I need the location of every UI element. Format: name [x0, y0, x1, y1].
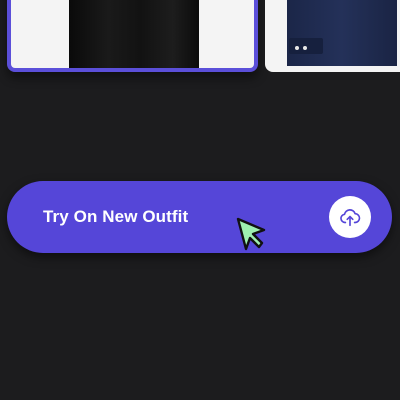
jacket-button	[295, 46, 299, 50]
black-garment-image	[69, 0, 199, 68]
try-on-new-outfit-button[interactable]: Try On New Outfit	[7, 181, 392, 253]
navy-jacket-image	[287, 0, 397, 66]
garment-card-selected[interactable]	[7, 0, 258, 72]
upload-button[interactable]	[329, 196, 371, 238]
app-screen: Try On New Outfit	[0, 0, 400, 400]
garment-card-navy-jacket[interactable]	[265, 0, 400, 72]
pointer-arrow-icon	[236, 217, 266, 251]
try-on-button-label: Try On New Outfit	[43, 207, 189, 226]
cloud-upload-icon	[340, 209, 361, 227]
jacket-button	[303, 46, 307, 50]
